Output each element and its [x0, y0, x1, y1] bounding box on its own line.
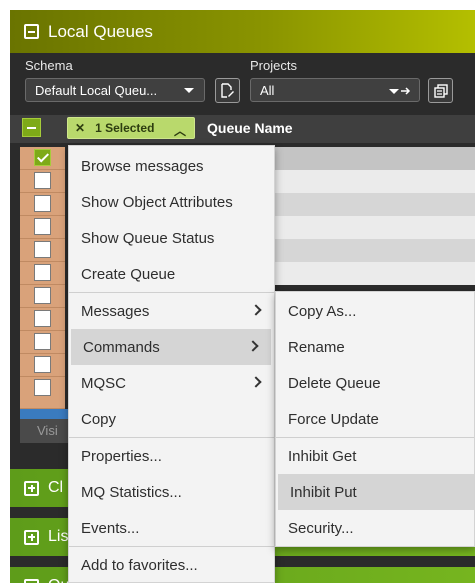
- projects-value: All: [260, 82, 275, 98]
- row-checkbox[interactable]: [34, 241, 51, 258]
- chevron-right-icon: [250, 304, 262, 316]
- menu-item-label: Commands: [83, 338, 160, 356]
- menu-item-label: Properties...: [81, 447, 162, 465]
- menu-item-label: Create Queue: [81, 265, 176, 283]
- menu-item-show-object-attributes[interactable]: Show Object Attributes: [69, 184, 274, 220]
- submenu-item-force-update[interactable]: Force Update: [276, 401, 474, 437]
- menu-item-show-queue-status[interactable]: Show Queue Status: [69, 220, 274, 256]
- expand-icon[interactable]: [24, 480, 39, 496]
- menu-item-browse-messages[interactable]: Browse messages: [69, 148, 274, 184]
- clear-selection-icon[interactable]: ✕: [75, 121, 85, 135]
- menu-item-label: Copy: [81, 410, 117, 428]
- submenu-item-inhibit-put[interactable]: Inhibit Put: [278, 474, 474, 510]
- menu-item-label: Browse messages: [81, 157, 204, 175]
- menu-item-label: MQSC: [81, 374, 126, 392]
- panel-header[interactable]: Local Queues: [10, 10, 475, 53]
- visible-rows-label: Visi: [20, 419, 70, 443]
- edit-document-icon: [221, 83, 234, 98]
- selected-count: 1 Selected: [95, 121, 155, 135]
- commands-submenu: Copy As... Rename Delete Queue Force Upd…: [275, 291, 475, 547]
- menu-item-mq-statistics[interactable]: MQ Statistics...: [69, 474, 274, 510]
- menu-item-label: Copy As...: [288, 302, 357, 320]
- expand-icon[interactable]: [24, 578, 39, 583]
- menu-item-add-to-favorites[interactable]: Add to favorites...: [69, 547, 274, 583]
- menu-item-label: Events...: [81, 519, 140, 537]
- menu-item-events[interactable]: Events...: [69, 510, 274, 546]
- row-checkbox[interactable]: [34, 310, 51, 327]
- menu-item-mqsc[interactable]: MQSC: [69, 365, 274, 401]
- row-checkbox[interactable]: [34, 379, 51, 396]
- menu-item-commands[interactable]: Commands: [71, 329, 271, 365]
- schema-select[interactable]: Default Local Queu...: [25, 78, 205, 102]
- menu-item-label: Inhibit Put: [290, 483, 357, 501]
- menu-item-properties[interactable]: Properties...: [69, 438, 274, 474]
- menu-item-label: Security...: [288, 519, 354, 537]
- menu-item-label: Show Object Attributes: [81, 193, 233, 211]
- copy-icon: [433, 83, 448, 98]
- schema-value: Default Local Queu...: [35, 82, 158, 98]
- context-menu: Browse messages Show Object Attributes S…: [68, 145, 275, 583]
- section-label: Qu: [48, 577, 69, 583]
- menu-item-label: Rename: [288, 338, 345, 356]
- menu-item-label: Messages: [81, 302, 150, 320]
- row-checkbox[interactable]: [34, 264, 51, 281]
- menu-item-label: Show Queue Status: [81, 229, 215, 247]
- submenu-item-security[interactable]: Security...: [276, 510, 474, 546]
- row-checkbox[interactable]: [34, 333, 51, 350]
- menu-item-copy[interactable]: Copy: [69, 401, 274, 437]
- section-label: Lis: [48, 528, 69, 545]
- submenu-item-copy-as[interactable]: Copy As...: [276, 293, 474, 329]
- column-queue-name[interactable]: Queue Name: [207, 120, 293, 136]
- section-label: Cl: [48, 479, 64, 496]
- menu-item-label: Delete Queue: [288, 374, 381, 392]
- row-checkbox[interactable]: [34, 172, 51, 189]
- collapse-icon[interactable]: [24, 24, 39, 39]
- menu-item-label: Force Update: [288, 410, 379, 428]
- chevron-up-icon[interactable]: ︿: [174, 122, 186, 139]
- projects-select[interactable]: All: [250, 78, 420, 102]
- menu-item-label: Inhibit Get: [288, 447, 357, 465]
- edit-schema-button[interactable]: [215, 78, 240, 103]
- menu-item-label: MQ Statistics...: [81, 483, 182, 501]
- menu-item-create-queue[interactable]: Create Queue: [69, 256, 274, 292]
- menu-item-label: Add to favorites...: [81, 556, 198, 574]
- horizontal-scrollbar[interactable]: [20, 409, 70, 419]
- expand-icon[interactable]: [24, 529, 39, 545]
- row-checkbox[interactable]: [34, 356, 51, 373]
- submenu-item-inhibit-get[interactable]: Inhibit Get: [276, 438, 474, 474]
- selected-chip[interactable]: ✕ 1 Selected ︿: [67, 117, 195, 139]
- chevron-right-icon: [247, 340, 259, 352]
- projects-label: Projects: [250, 58, 297, 73]
- select-all-checkbox[interactable]: [22, 118, 41, 137]
- panel-title: Local Queues: [48, 21, 153, 41]
- row-checkbox[interactable]: [34, 287, 51, 304]
- row-checkbox-checked[interactable]: [34, 149, 51, 166]
- menu-item-messages[interactable]: Messages: [69, 293, 274, 329]
- row-checkbox[interactable]: [34, 195, 51, 212]
- submenu-item-delete-queue[interactable]: Delete Queue: [276, 365, 474, 401]
- chevron-down-icon: [184, 88, 194, 93]
- caret-arrow-icon: [389, 87, 411, 95]
- schema-label: Schema: [25, 58, 73, 73]
- chevron-right-icon: [250, 376, 262, 388]
- row-checkbox[interactable]: [34, 218, 51, 235]
- copy-settings-button[interactable]: [428, 78, 453, 103]
- submenu-item-rename[interactable]: Rename: [276, 329, 474, 365]
